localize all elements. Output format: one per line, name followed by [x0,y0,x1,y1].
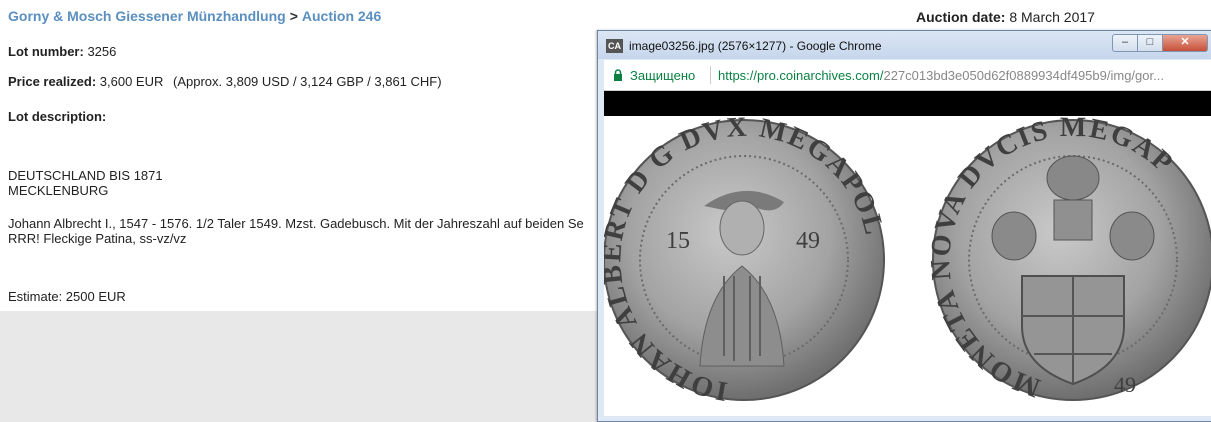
secure-label: Защищено [630,68,696,83]
auction-date: Auction date: 8 March 2017 [916,9,1095,25]
description-text: Johann Albrecht I., 1547 - 1576. 1/2 Tal… [8,216,584,246]
url-text[interactable]: https://pro.coinarchives.com/227c013bd3e… [718,68,1164,83]
minimize-button[interactable]: – [1112,34,1138,52]
coin-reverse: MONETA NOVA DVCIS MEGAP 49 [925,116,1211,403]
description-block: DEUTSCHLAND BIS 1871 MECKLENBURG [8,168,163,198]
window-titlebar[interactable]: CA image03256.jpg (2576×1277) - Google C… [598,31,1211,59]
description-line-1: DEUTSCHLAND BIS 1871 [8,168,163,183]
description-line-2: MECKLENBURG [8,183,109,198]
lock-icon [614,69,622,81]
lot-number-value: 3256 [87,44,117,59]
lot-number: Lot number: 3256 [8,44,116,59]
auction-house-link[interactable]: Gorny & Mosch Giessener Münzhandlung [8,8,286,24]
breadcrumb-separator: > [289,8,298,24]
estimate: Estimate: 2500 EUR [8,289,126,304]
url-path: 227c013bd3e050d62f0889934df495b9/img/gor… [883,68,1164,83]
lot-description-heading: Lot description: [8,109,106,124]
coin-image: IOHAN ALBERT D G DVX MEGAPOL 15 49 MONET… [604,116,1211,416]
coin-image-drawing: IOHAN ALBERT D G DVX MEGAPOL 15 49 MONET… [604,116,1211,407]
maximize-button[interactable]: □ [1137,34,1163,52]
auction-date-label: Auction date: [916,9,1006,25]
coinarchives-logo-icon: CA [606,39,623,53]
lot-number-label: Lot number: [8,44,84,59]
description-line-4: RRR! Fleckige Patina, ss-vz/vz [8,231,187,246]
reverse-year: 49 [1114,372,1136,397]
address-divider [710,66,711,84]
auction-link[interactable]: Auction 246 [302,8,381,24]
obverse-year-right: 49 [796,228,820,254]
close-button[interactable]: ✕ [1162,34,1208,52]
price-realized: Price realized: 3,600 EUR (Approx. 3,809… [8,74,442,89]
url-origin: https://pro.coinarchives.com/ [718,68,884,83]
price-approx: (Approx. 3,809 USD / 3,124 GBP / 3,861 C… [173,74,442,89]
breadcrumb: Gorny & Mosch Giessener Münzhandlung > Auc… [8,8,381,24]
lot-description-label: Lot description: [8,109,107,124]
window-title: image03256.jpg (2576×1277) - Google Chro… [629,39,882,53]
price-value: 3,600 EUR [99,74,164,89]
address-bar[interactable]: Защищено https://pro.coinarchives.com/22… [604,60,1211,91]
price-label: Price realized: [8,74,97,89]
auction-date-value: 8 March 2017 [1009,9,1095,25]
obverse-year-left: 15 [666,228,690,254]
coin-obverse: IOHAN ALBERT D G DVX MEGAPOL 15 49 [604,116,888,407]
description-line-3: Johann Albrecht I., 1547 - 1576. 1/2 Tal… [8,216,584,231]
image-viewer-top-bar [604,91,1211,116]
